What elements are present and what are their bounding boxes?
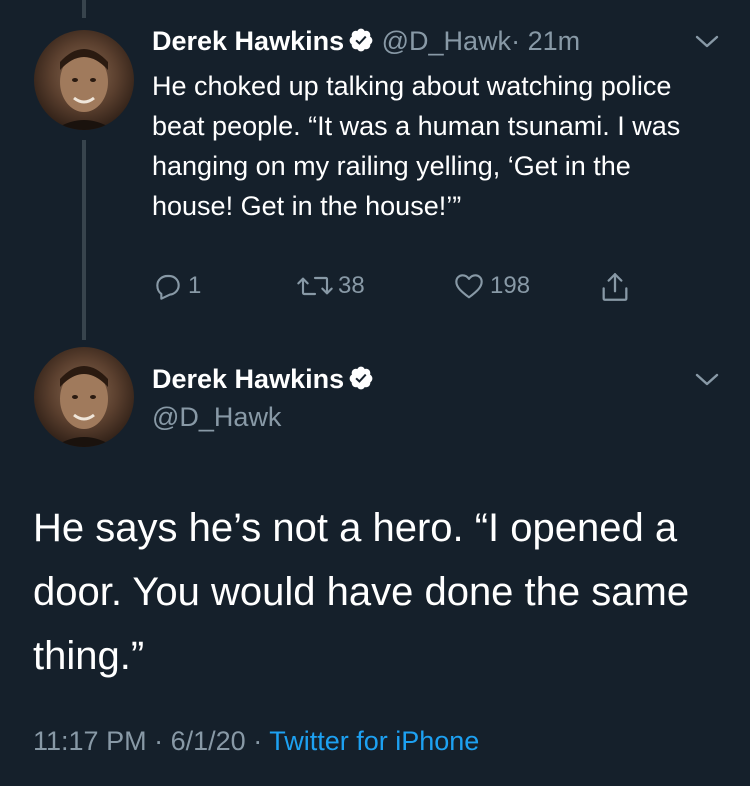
chevron-down-icon[interactable] [694,372,720,388]
tweet-header: Derek Hawkins @D_Hawk· 21m [152,26,580,57]
tweet-footer: 11:17 PM · 6/1/20 · Twitter for iPhone [33,726,479,757]
tweet-time-ago[interactable]: 21m [528,26,581,56]
like-count: 198 [490,272,531,299]
verified-badge-icon [349,28,373,52]
tweet-text: He says he’s not a hero. “I opened a doo… [33,506,690,678]
thread-connector [82,140,86,340]
tweet-text: He choked up talking about watching poli… [152,71,681,221]
tweet-time[interactable]: 11:17 PM [33,726,147,756]
reply-count: 1 [188,272,202,299]
reply-icon [156,274,180,300]
share-icon [602,273,628,301]
separator: · [154,726,164,756]
tweet-actions: 1 38 198 [152,270,652,304]
avatar[interactable] [34,30,134,130]
verified-badge-icon [349,366,373,390]
heart-icon [455,274,483,299]
chevron-down-icon[interactable] [694,34,720,50]
author-name[interactable]: Derek Hawkins [152,26,344,56]
tweet-thread: Derek Hawkins @D_Hawk· 21m He choked up … [0,0,750,786]
retweet-button[interactable]: 38 [296,270,365,302]
share-button[interactable] [598,270,632,304]
avatar[interactable] [34,347,134,447]
author-handle[interactable]: @D_Hawk [382,26,511,56]
separator: · [511,26,521,56]
retweet-icon [297,276,333,296]
author-handle[interactable]: @D_Hawk [152,402,281,433]
thread-connector-top [82,0,86,18]
retweet-count: 38 [338,272,365,299]
reply-button[interactable]: 1 [152,270,201,302]
author-name[interactable]: Derek Hawkins [152,364,344,394]
like-button[interactable]: 198 [452,270,530,302]
tweet-source-link[interactable]: Twitter for iPhone [269,726,479,756]
separator: · [253,726,263,756]
tweet-header: Derek Hawkins [152,364,374,395]
tweet-date[interactable]: 6/1/20 [171,726,246,756]
